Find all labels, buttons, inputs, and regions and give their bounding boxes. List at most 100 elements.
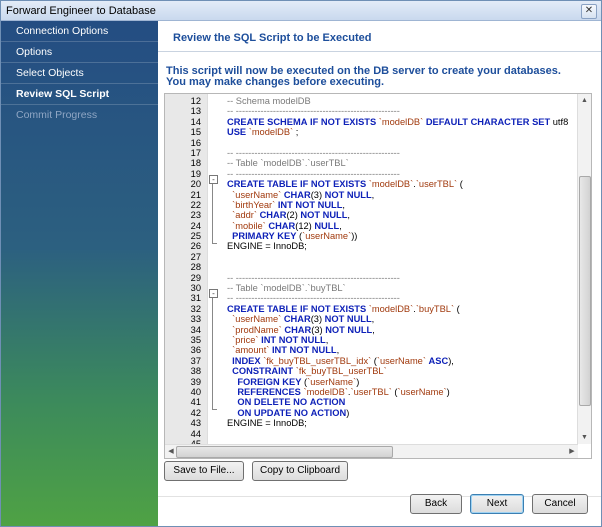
code-line[interactable]: 31 -- -----------------------------------… xyxy=(165,293,578,303)
code-line[interactable]: 18 -- Table `modelDB`.`userTBL` xyxy=(165,158,578,168)
line-number: 26 xyxy=(190,241,201,252)
code-line[interactable]: 23 `addr` CHAR(2) NOT NULL, xyxy=(165,210,578,220)
code-text: PRIMARY KEY (`userName`)) xyxy=(232,231,358,242)
code-text: CREATE SCHEMA IF NOT EXISTS `modelDB` DE… xyxy=(227,116,569,127)
code-line[interactable]: 41 ON DELETE NO ACTION xyxy=(165,397,578,407)
line-number: 35 xyxy=(190,334,201,345)
line-number: 25 xyxy=(190,231,201,242)
code-text: -- -------------------------------------… xyxy=(227,293,400,304)
scroll-right-icon[interactable]: ▶ xyxy=(566,445,578,458)
line-number: 36 xyxy=(190,345,201,356)
code-line[interactable]: 39 FOREIGN KEY (`userName`) xyxy=(165,377,578,387)
code-text: USE `modelDB` ; xyxy=(227,127,299,138)
sql-script-editor[interactable]: 12 -- Schema modelDB 13 -- ----------------… xyxy=(164,93,592,459)
code-line[interactable]: 12 -- Schema modelDB xyxy=(165,96,578,106)
vertical-scroll-thumb[interactable] xyxy=(579,176,591,406)
code-line[interactable]: 13 -- -----------------------------------… xyxy=(165,106,578,116)
code-text: `userName` CHAR(3) NOT NULL, xyxy=(232,189,375,200)
code-line[interactable]: 32 CREATE TABLE IF NOT EXISTS `modelDB`.`… xyxy=(165,304,578,314)
step-commit-progress: Commit Progress xyxy=(16,109,98,121)
scroll-down-icon[interactable]: ▼ xyxy=(578,431,591,444)
horizontal-scroll-thumb[interactable] xyxy=(176,446,393,458)
code-line[interactable]: 40 REFERENCES `modelDB`.`userTBL` (`user… xyxy=(165,387,578,397)
code-text: ON DELETE NO ACTION xyxy=(237,397,346,408)
scroll-up-icon[interactable]: ▲ xyxy=(578,94,591,107)
code-text: FOREIGN KEY (`userName`) xyxy=(237,376,360,387)
line-number: 38 xyxy=(190,366,201,377)
line-number: 42 xyxy=(190,407,201,418)
intro-text: This script will now be executed on the … xyxy=(166,66,561,88)
code-text: ENGINE = InnoDB; xyxy=(227,418,307,429)
line-number: 14 xyxy=(190,116,201,127)
vertical-scrollbar[interactable]: ▲ ▼ xyxy=(577,94,591,444)
code-text: REFERENCES `modelDB`.`userTBL` (`userNam… xyxy=(237,386,450,397)
line-number: 17 xyxy=(190,147,201,158)
wizard-steps-sidebar: Connection Options Options Select Object… xyxy=(1,21,158,526)
line-number: 40 xyxy=(190,386,201,397)
code-line[interactable]: 29 -- -----------------------------------… xyxy=(165,273,578,283)
line-number: 18 xyxy=(190,158,201,169)
next-button[interactable]: Next xyxy=(470,494,524,514)
code-line[interactable]: 37 INDEX `fk_buyTBL_userTBL_idx` (`userN… xyxy=(165,356,578,366)
code-line[interactable]: 38 CONSTRAINT `fk_buyTBL_userTBL` xyxy=(165,366,578,376)
code-line[interactable]: 28 xyxy=(165,262,578,272)
copy-to-clipboard-button[interactable]: Copy to Clipboard xyxy=(252,461,348,481)
line-number: 15 xyxy=(190,127,201,138)
code-text: CREATE TABLE IF NOT EXISTS `modelDB`.`bu… xyxy=(227,303,460,314)
line-number: 21 xyxy=(190,189,201,200)
back-button[interactable]: Back xyxy=(410,494,462,514)
intro-line-2: You may make changes before executing. xyxy=(166,76,385,88)
window-title: Forward Engineer to Database xyxy=(6,4,156,17)
save-to-file-button[interactable]: Save to File... xyxy=(164,461,244,481)
code-line[interactable]: 27 xyxy=(165,252,578,262)
code-line[interactable]: 15 USE `modelDB` ; xyxy=(165,127,578,137)
code-line[interactable]: 44 xyxy=(165,429,578,439)
code-area[interactable]: 12 -- Schema modelDB 13 -- ----------------… xyxy=(165,96,578,444)
line-number: 32 xyxy=(190,303,201,314)
close-icon[interactable]: ✕ xyxy=(581,4,597,19)
code-text: -- -------------------------------------… xyxy=(227,168,400,179)
code-line[interactable]: 42 ON UPDATE NO ACTION) xyxy=(165,408,578,418)
code-text: `birthYear` INT NOT NULL, xyxy=(232,199,346,210)
line-number: 34 xyxy=(190,324,201,335)
title-bar: Forward Engineer to Database ✕ xyxy=(1,1,601,21)
code-text: ON UPDATE NO ACTION) xyxy=(237,407,350,418)
code-text: `userName` CHAR(3) NOT NULL, xyxy=(232,314,375,325)
code-text: INDEX `fk_buyTBL_userTBL_idx` (`userName… xyxy=(232,355,454,366)
line-number: 37 xyxy=(190,355,201,366)
step-connection-options[interactable]: Connection Options xyxy=(1,21,158,42)
code-line[interactable]: 22 `birthYear` INT NOT NULL, xyxy=(165,200,578,210)
step-select-objects[interactable]: Select Objects xyxy=(1,63,158,84)
code-line[interactable]: 35 `price` INT NOT NULL, xyxy=(165,335,578,345)
code-line[interactable]: 25 PRIMARY KEY (`userName`)) xyxy=(165,231,578,241)
fold-collapse-icon[interactable]: - xyxy=(209,175,218,184)
line-number: 27 xyxy=(190,251,201,262)
code-line[interactable]: 16 xyxy=(165,138,578,148)
code-text: CONSTRAINT `fk_buyTBL_userTBL` xyxy=(232,366,387,377)
horizontal-scrollbar[interactable]: ◀ ▶ xyxy=(165,444,578,458)
step-options[interactable]: Options xyxy=(1,42,158,63)
header-divider xyxy=(158,51,601,52)
code-line[interactable]: 33 `userName` CHAR(3) NOT NULL, xyxy=(165,314,578,324)
code-line[interactable]: 20 CREATE TABLE IF NOT EXISTS `modelDB`.`… xyxy=(165,179,578,189)
code-line[interactable]: 26 ENGINE = InnoDB; xyxy=(165,241,578,251)
line-number: 43 xyxy=(190,418,201,429)
step-review-sql-script[interactable]: Review SQL Script xyxy=(1,84,158,105)
code-line[interactable]: 24 `mobile` CHAR(12) NULL, xyxy=(165,221,578,231)
line-number: 12 xyxy=(190,96,201,106)
fold-bracket xyxy=(212,179,217,244)
code-line[interactable]: 34 `prodName` CHAR(3) NOT NULL, xyxy=(165,325,578,335)
code-line[interactable]: 43 ENGINE = InnoDB; xyxy=(165,418,578,428)
code-line[interactable]: 30 -- Table `modelDB`.`buyTBL` xyxy=(165,283,578,293)
cancel-button[interactable]: Cancel xyxy=(532,494,588,514)
code-line[interactable]: 19 -- -----------------------------------… xyxy=(165,169,578,179)
fold-bracket xyxy=(212,293,217,410)
code-text: `prodName` CHAR(3) NOT NULL, xyxy=(232,324,375,335)
code-line[interactable]: 36 `amount` INT NOT NULL, xyxy=(165,345,578,355)
fold-collapse-icon[interactable]: - xyxy=(209,289,218,298)
code-line[interactable]: 14 CREATE SCHEMA IF NOT EXISTS `modelDB` … xyxy=(165,117,578,127)
code-line[interactable]: 21 `userName` CHAR(3) NOT NULL, xyxy=(165,190,578,200)
line-number: 29 xyxy=(190,272,201,283)
code-text: -- Table `modelDB`.`userTBL` xyxy=(227,158,349,169)
code-line[interactable]: 17 -- -----------------------------------… xyxy=(165,148,578,158)
